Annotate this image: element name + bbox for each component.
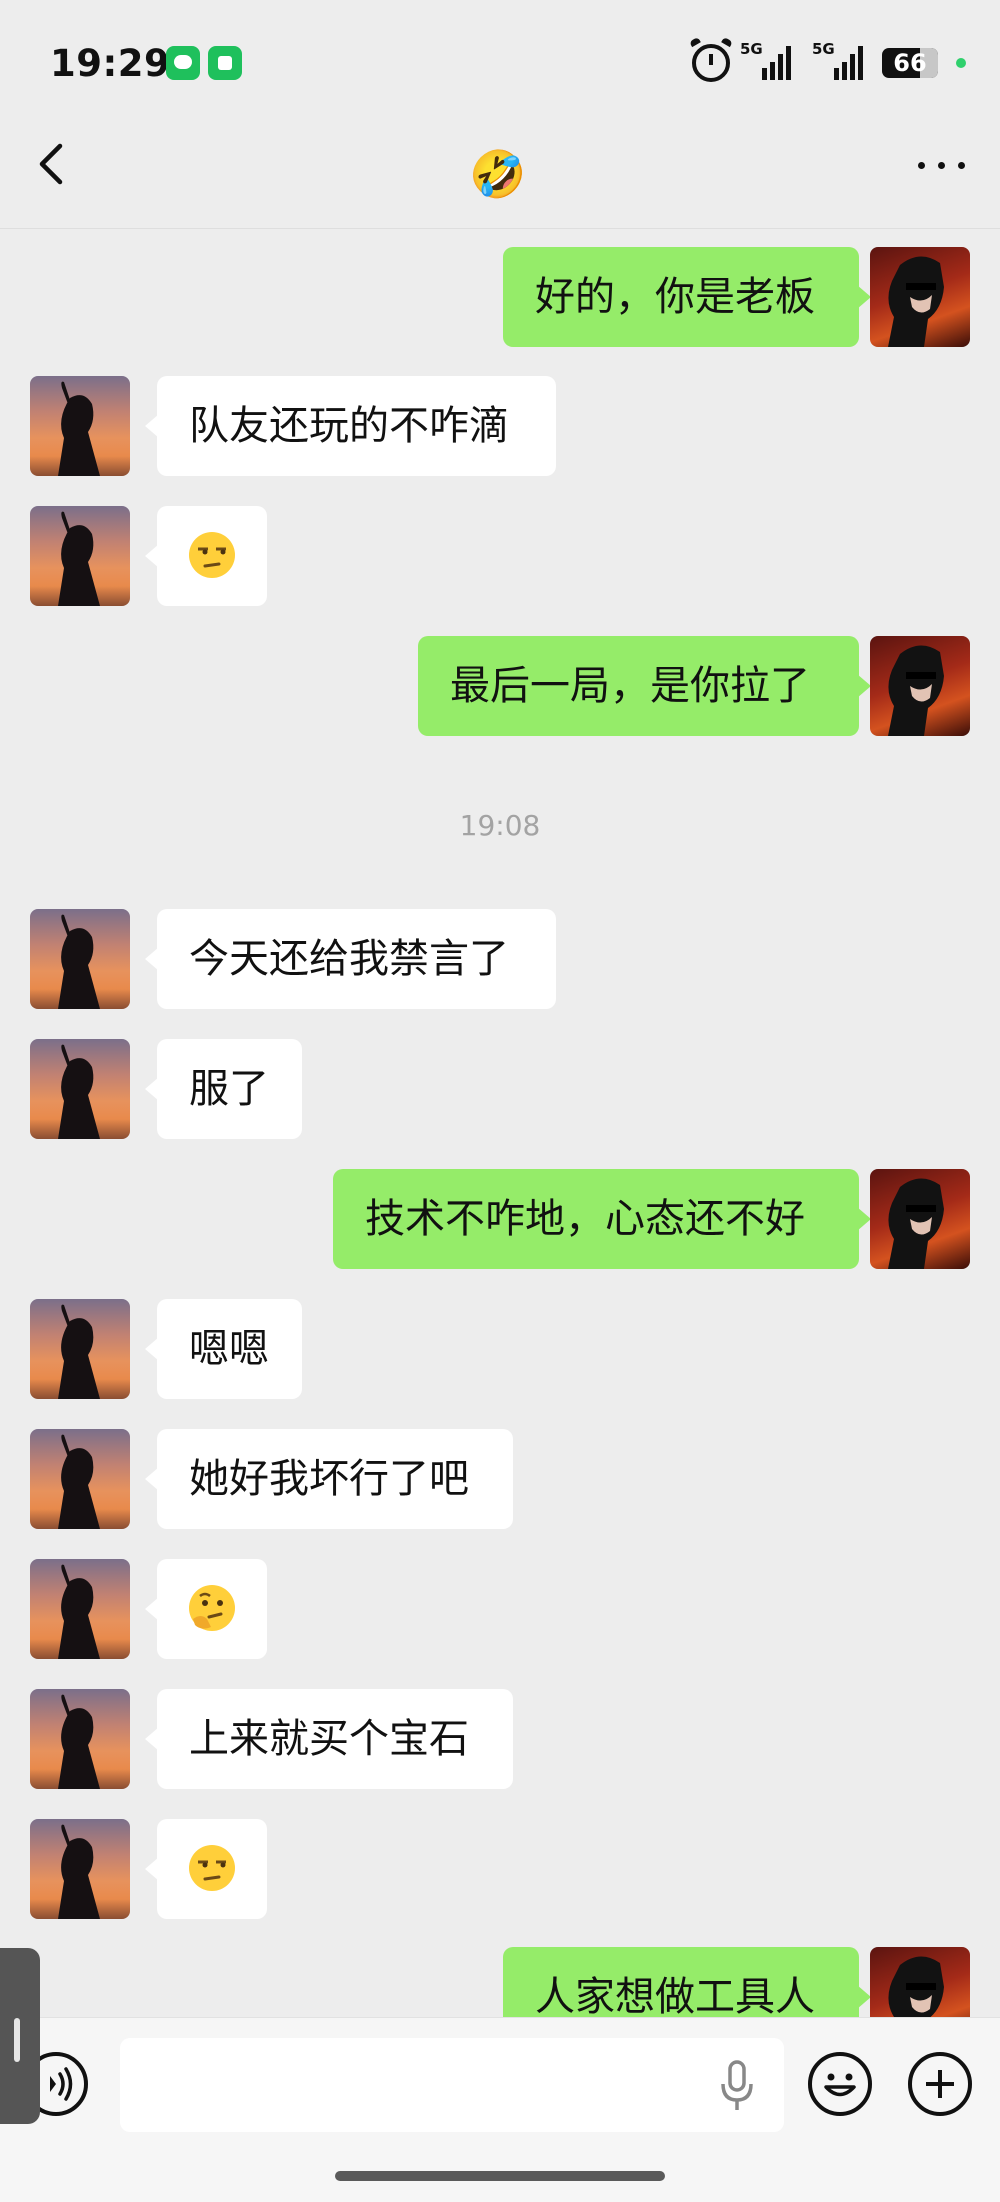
my-avatar[interactable]	[870, 247, 970, 347]
plus-button[interactable]	[908, 2052, 972, 2116]
incoming-emoji-message[interactable]	[145, 1819, 267, 1919]
unamused-face-icon	[189, 1845, 235, 1891]
app-notification-icon	[208, 46, 242, 80]
outgoing-message[interactable]: 好的，你是老板	[503, 247, 871, 347]
contact-avatar[interactable]	[30, 506, 130, 606]
microphone-icon	[721, 2060, 753, 2110]
input-bar	[0, 2017, 1000, 2202]
incoming-message[interactable]: 服了	[145, 1039, 302, 1139]
contact-avatar[interactable]	[30, 376, 130, 476]
incoming-message[interactable]: 队友还玩的不咋滴	[145, 376, 556, 476]
thinking-face-icon	[189, 1585, 235, 1631]
battery-icon: 66	[882, 48, 938, 78]
contact-avatar[interactable]	[30, 1039, 130, 1139]
incoming-message[interactable]: 她好我坏行了吧	[145, 1429, 513, 1529]
outgoing-message[interactable]: 最后一局，是你拉了	[418, 636, 871, 736]
signal-icon-1: 5G	[740, 40, 794, 80]
back-button[interactable]	[28, 138, 80, 190]
my-avatar[interactable]	[870, 636, 970, 736]
incoming-message[interactable]: 嗯嗯	[145, 1299, 302, 1399]
my-avatar[interactable]	[870, 1947, 970, 2017]
contact-avatar[interactable]	[30, 1299, 130, 1399]
emoji-button[interactable]	[808, 2052, 872, 2116]
contact-avatar[interactable]	[30, 1559, 130, 1659]
incoming-message[interactable]: 上来就买个宝石	[145, 1689, 513, 1789]
contact-avatar[interactable]	[30, 909, 130, 1009]
contact-avatar[interactable]	[30, 1689, 130, 1789]
system-icons: 5G 5G 66	[682, 40, 982, 84]
wechat-notification-icon	[166, 46, 200, 80]
chat-title: 🤣	[469, 147, 527, 201]
more-button[interactable]	[912, 150, 972, 180]
microphone-button[interactable]	[720, 2060, 754, 2112]
my-avatar[interactable]	[870, 1169, 970, 1269]
incoming-emoji-message[interactable]	[145, 1559, 267, 1659]
message-list[interactable]: 好的，你是老板 队友还玩的不咋滴 最后一局，是你拉了 19:08 今天还给我禁言…	[0, 229, 1000, 2017]
contact-avatar[interactable]	[30, 1819, 130, 1919]
message-timestamp: 19:08	[459, 809, 541, 842]
outgoing-message[interactable]: 技术不咋地，心态还不好	[333, 1169, 871, 1269]
alarm-icon	[692, 44, 730, 82]
contact-avatar[interactable]	[30, 1429, 130, 1529]
home-indicator	[335, 2171, 665, 2181]
status-time: 19:29	[50, 42, 171, 85]
unamused-face-icon	[189, 532, 235, 578]
status-bar: 19:29 5G 5G 66	[0, 0, 1000, 120]
outgoing-message[interactable]: 人家想做工具人	[503, 1947, 871, 2017]
smiley-icon	[824, 2073, 856, 2097]
side-drawer-handle[interactable]	[0, 1948, 40, 2124]
message-input[interactable]	[120, 2038, 784, 2132]
privacy-indicator-dot	[956, 58, 966, 68]
chevron-left-icon	[39, 143, 63, 185]
incoming-emoji-message[interactable]	[145, 506, 267, 606]
signal-icon-2: 5G	[812, 40, 866, 80]
incoming-message[interactable]: 今天还给我禁言了	[145, 909, 556, 1009]
chat-header: 🤣	[0, 120, 1000, 229]
